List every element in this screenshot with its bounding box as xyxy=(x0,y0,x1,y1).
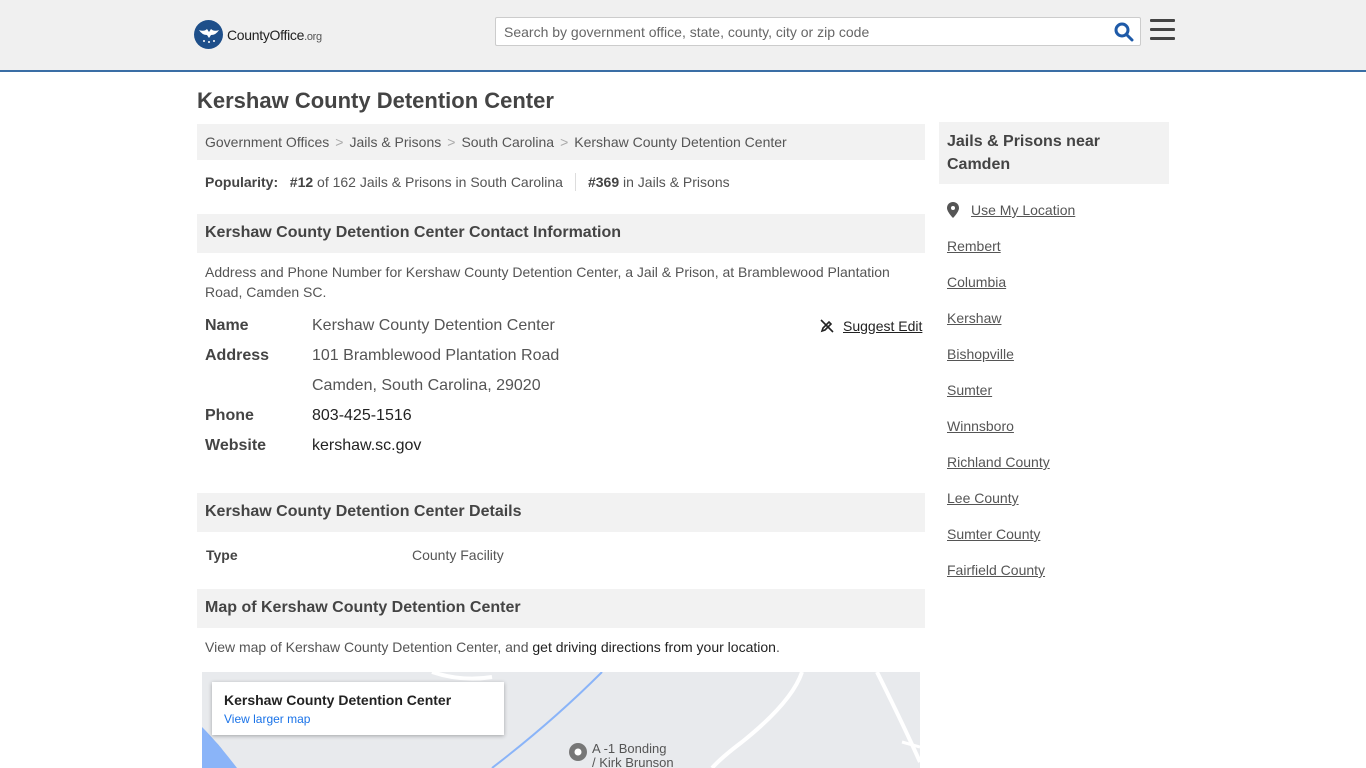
logo-text: CountyOffice.org xyxy=(227,27,322,43)
sidebar-heading-line2: Camden xyxy=(947,156,1011,173)
website-label: Website xyxy=(205,437,267,454)
sidebar-heading: Jails & Prisons near Camden xyxy=(939,122,1169,184)
view-larger-map-link[interactable]: View larger map xyxy=(224,712,492,726)
map-heading: Map of Kershaw County Detention Center xyxy=(197,589,925,628)
logo-tld: .org xyxy=(304,30,322,43)
state-rank-text: of 162 Jails & Prisons in South Carolina xyxy=(317,174,563,190)
driving-directions-link[interactable]: get driving directions from your locatio… xyxy=(532,639,776,655)
sidebar-link-kershaw[interactable]: Kershaw xyxy=(947,310,1001,326)
website-link[interactable]: kershaw.sc.gov xyxy=(312,437,421,454)
suggest-edit-label: Suggest Edit xyxy=(843,318,923,334)
site-logo[interactable]: CountyOffice.org xyxy=(194,20,322,49)
sidebar-link-sumter-county[interactable]: Sumter County xyxy=(947,526,1040,542)
type-value: County Facility xyxy=(412,547,504,563)
hamburger-menu-icon[interactable] xyxy=(1150,19,1175,41)
sidebar-link-lee-county[interactable]: Lee County xyxy=(947,490,1019,506)
phone-link[interactable]: 803-425-1516 xyxy=(312,407,412,424)
location-pin-icon xyxy=(947,202,959,218)
eagle-logo-icon xyxy=(194,20,223,49)
breadcrumb-south-carolina[interactable]: South Carolina xyxy=(461,134,554,150)
popularity-divider xyxy=(574,173,576,191)
search-box xyxy=(495,17,1141,46)
popularity-label: Popularity: xyxy=(205,174,279,190)
suggest-edit-link[interactable]: Suggest Edit xyxy=(819,318,922,334)
sidebar-link-sumter[interactable]: Sumter xyxy=(947,382,992,398)
national-rank-text: in Jails & Prisons xyxy=(623,174,730,190)
map-desc-suffix: . xyxy=(775,639,780,655)
map-pin-label-line1: A -1 Bonding xyxy=(592,741,667,756)
breadcrumb: Government Offices > Jails & Prisons > South… xyxy=(197,124,925,160)
map-description: View map of Kershaw County Detention Cen… xyxy=(205,637,917,657)
sidebar-link-rembert[interactable]: Rembert xyxy=(947,238,1001,254)
map-info-card: Kershaw County Detention Center View lar… xyxy=(212,682,504,735)
address-label: Address xyxy=(205,347,270,364)
sidebar-link-bishopville[interactable]: Bishopville xyxy=(947,346,1014,362)
name-label: Name xyxy=(205,317,249,334)
logo-main: CountyOffice xyxy=(227,26,305,43)
breadcrumb-jails-prisons[interactable]: Jails & Prisons xyxy=(349,134,441,150)
map-desc-prefix: View map of Kershaw County Detention Cen… xyxy=(205,639,533,655)
map-card-title: Kershaw County Detention Center xyxy=(224,692,452,708)
use-my-location-link[interactable]: Use My Location xyxy=(971,202,1075,218)
phone-label: Phone xyxy=(205,407,254,424)
contact-heading: Kershaw County Detention Center Contact … xyxy=(197,214,925,253)
popularity-bar: Popularity: #12 of 162 Jails & Prisons i… xyxy=(205,173,730,191)
page-title: Kershaw County Detention Center xyxy=(197,88,554,113)
map-pin-label[interactable]: A -1 Bonding / Kirk Brunson xyxy=(592,742,674,768)
map-pin-label-line2: / Kirk Brunson xyxy=(592,755,674,768)
name-value: Kershaw County Detention Center xyxy=(312,317,555,334)
embedded-map[interactable]: Kershaw County Detention Center View lar… xyxy=(202,672,920,768)
breadcrumb-separator: > xyxy=(560,134,569,150)
sidebar-link-fairfield-county[interactable]: Fairfield County xyxy=(947,562,1045,578)
details-heading: Kershaw County Detention Center Details xyxy=(197,493,925,532)
top-bar: CountyOffice.org xyxy=(0,0,1366,72)
contact-description: Address and Phone Number for Kershaw Cou… xyxy=(205,264,890,300)
breadcrumb-government-offices[interactable]: Government Offices xyxy=(205,134,329,150)
sidebar-link-winnsboro[interactable]: Winnsboro xyxy=(947,418,1014,434)
national-rank: #369 xyxy=(587,174,620,190)
type-label: Type xyxy=(206,547,238,563)
use-location-row[interactable]: Use My Location xyxy=(947,202,1075,218)
breadcrumb-separator: > xyxy=(335,134,344,150)
edit-off-icon xyxy=(820,319,834,333)
breadcrumb-separator: > xyxy=(447,134,456,150)
address-line1: 101 Bramblewood Plantation Road xyxy=(312,347,560,364)
sidebar-link-richland-county[interactable]: Richland County xyxy=(947,454,1050,470)
breadcrumb-current: Kershaw County Detention Center xyxy=(574,134,787,150)
search-input[interactable] xyxy=(496,18,1096,45)
address-line2: Camden, South Carolina, 29020 xyxy=(312,377,541,394)
state-rank: #12 xyxy=(289,174,314,190)
sidebar-link-columbia[interactable]: Columbia xyxy=(947,274,1006,290)
search-icon[interactable] xyxy=(1114,22,1134,42)
sidebar-heading-line1: Jails & Prisons near xyxy=(947,133,1100,150)
